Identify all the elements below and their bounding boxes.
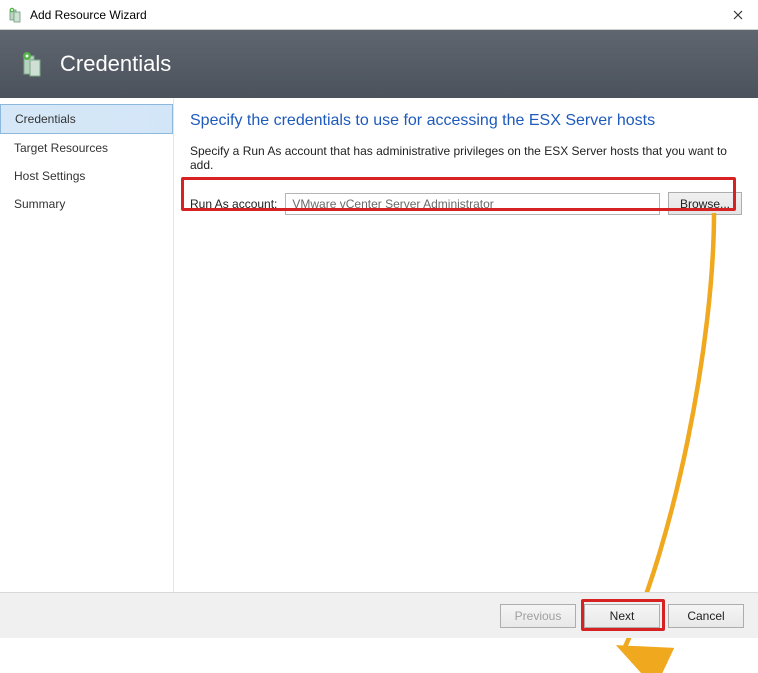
wizard-footer: Previous Next Cancel (0, 592, 758, 638)
sidebar-item-target-resources[interactable]: Target Resources (0, 134, 173, 162)
wizard-header: Credentials (0, 30, 758, 98)
sidebar-item-label: Host Settings (14, 169, 85, 183)
browse-button[interactable]: Browse... (668, 192, 742, 215)
page-title: Credentials (60, 51, 171, 77)
sidebar-item-host-settings[interactable]: Host Settings (0, 162, 173, 190)
titlebar-title: Add Resource Wizard (30, 8, 718, 22)
sidebar-item-summary[interactable]: Summary (0, 190, 173, 218)
sidebar-item-label: Target Resources (14, 141, 108, 155)
cancel-button[interactable]: Cancel (668, 604, 744, 628)
sidebar-item-label: Credentials (15, 112, 76, 126)
previous-button: Previous (500, 604, 576, 628)
section-description: Specify a Run As account that has admini… (190, 144, 742, 172)
runas-input[interactable] (285, 193, 660, 215)
titlebar: Add Resource Wizard (0, 0, 758, 30)
close-button[interactable] (718, 0, 758, 30)
runas-label: Run As account: (190, 197, 277, 211)
section-heading: Specify the credentials to use for acces… (190, 112, 742, 130)
sidebar-item-label: Summary (14, 197, 65, 211)
runas-row: Run As account: Browse... (190, 192, 742, 215)
wizard-main: Specify the credentials to use for acces… (174, 98, 758, 592)
wizard-sidebar: Credentials Target Resources Host Settin… (0, 98, 174, 592)
sidebar-item-credentials[interactable]: Credentials (0, 104, 173, 134)
credentials-icon (20, 50, 48, 78)
app-icon (8, 7, 24, 23)
next-button[interactable]: Next (584, 604, 660, 628)
